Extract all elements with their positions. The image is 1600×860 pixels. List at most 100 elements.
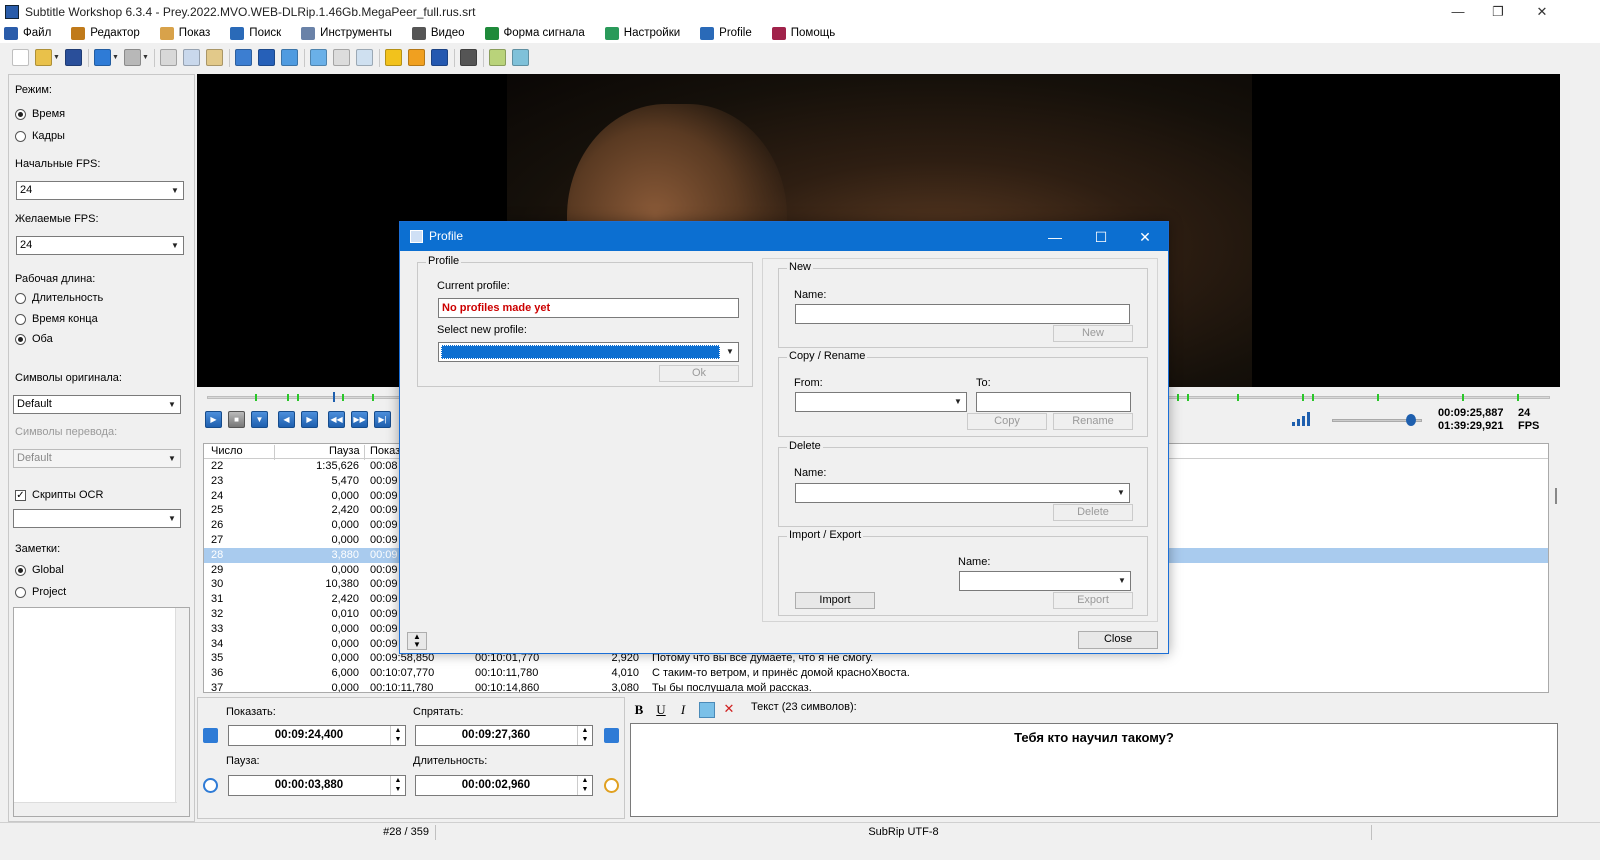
duration-input[interactable]: 00:00:02,960 ▲ ▼ (415, 775, 593, 796)
volume-slider-thumb[interactable] (1406, 414, 1417, 426)
export-button[interactable]: Export (1053, 592, 1133, 609)
save-icon[interactable] (65, 49, 82, 66)
import-export-dropdown[interactable]: ▼ (959, 571, 1131, 591)
delete-button[interactable]: Delete (1053, 504, 1133, 521)
play-icon[interactable]: ▶ (205, 411, 222, 428)
select-profile-dropdown[interactable]: ▼ (438, 342, 739, 362)
close-window-button[interactable]: ✕ (1520, 0, 1564, 23)
menu-waveform[interactable]: Форма сигнала (484, 26, 585, 40)
seek-thumb[interactable] (333, 392, 335, 402)
rename-button[interactable]: Rename (1053, 413, 1133, 430)
menu-help-book[interactable]: Помощь (771, 26, 835, 40)
cut-icon[interactable] (160, 49, 177, 66)
italic-button[interactable]: I (675, 702, 691, 718)
dialog-maximize-button[interactable]: ☐ (1086, 227, 1116, 247)
undo-icon[interactable] (94, 49, 111, 66)
p-icon[interactable] (431, 49, 448, 66)
new-name-input[interactable] (795, 304, 1130, 324)
bold-button[interactable]: B (631, 702, 647, 718)
minimize-button[interactable]: — (1436, 0, 1480, 23)
underline-button[interactable]: U (653, 702, 669, 718)
new-file-icon[interactable] (12, 49, 29, 66)
menu-edit[interactable]: Редактор (71, 26, 140, 40)
menu-tools[interactable]: Инструменты (301, 26, 392, 40)
spellcheck-icon[interactable] (356, 49, 373, 66)
target-fps-select[interactable]: 24 ▼ (16, 236, 184, 255)
dialog-minimize-button[interactable]: — (1040, 227, 1070, 247)
column-number-header[interactable]: Число (211, 445, 243, 457)
menu-eye[interactable]: Показ (159, 26, 210, 40)
notes-vertical-scrollbar[interactable] (175, 608, 189, 816)
ocr-scripts-checkbox[interactable]: ✓ Скрипты OCR (15, 489, 103, 501)
show-time-input[interactable]: 00:09:24,400 ▲ ▼ (228, 725, 406, 746)
table-row[interactable]: 36 6,000 00:10:07,770 00:10:11,780 4,010 С та… (204, 666, 1548, 681)
work-length-both-radio[interactable]: Оба (15, 333, 53, 345)
clock-icon[interactable] (203, 778, 218, 793)
notes-project-radio[interactable]: Project (15, 586, 66, 598)
redo-dropdown-icon[interactable]: ▼ (142, 53, 149, 63)
color-grid-icon[interactable] (699, 702, 715, 718)
subtitle-text-area[interactable]: Тебя кто научил такому? (630, 723, 1558, 817)
maximize-button[interactable]: ❐ (1476, 0, 1520, 23)
dialog-close-icon[interactable]: ✕ (1130, 227, 1160, 247)
rewind-icon[interactable]: ◀◀ (328, 411, 345, 428)
warning-icon[interactable] (385, 49, 402, 66)
notes-horizontal-scrollbar[interactable] (14, 802, 177, 816)
menu-search[interactable]: Поиск (230, 26, 281, 40)
stop-icon[interactable]: ■ (228, 411, 245, 428)
undo-dropdown-icon[interactable]: ▼ (112, 53, 119, 63)
mode-time-radio[interactable]: Время (15, 108, 65, 120)
input-fps-select[interactable]: 24 ▼ (16, 181, 184, 200)
output-icon[interactable] (489, 49, 506, 66)
from-profile-dropdown[interactable]: ▼ (795, 392, 967, 412)
menu-profile[interactable]: Profile (700, 26, 752, 40)
step-icon[interactable]: ▶| (374, 411, 391, 428)
table-scroll-indicator[interactable] (1555, 488, 1557, 504)
hide-time-input[interactable]: 00:09:27,360 ▲ ▼ (415, 725, 593, 746)
charset-original-select[interactable]: Default ▼ (13, 395, 181, 414)
ok-button[interactable]: Ok (659, 365, 739, 382)
set-show-time-icon[interactable] (203, 728, 218, 743)
work-length-duration-radio[interactable]: Длительность (15, 292, 103, 304)
timer-icon[interactable] (604, 778, 619, 793)
menu-file[interactable]: Файл (4, 26, 51, 40)
column-pause-header[interactable]: Пауза (329, 445, 360, 457)
video-panel-icon[interactable] (460, 49, 477, 66)
comment-icon[interactable] (281, 49, 298, 66)
pause-input[interactable]: 00:00:03,880 ▲ ▼ (228, 775, 406, 796)
expand-toggle-icon[interactable]: ▲ ▼ (407, 632, 427, 650)
ocr-script-select[interactable]: ▼ (13, 509, 181, 528)
info-icon[interactable] (408, 49, 425, 66)
set-hide-time-icon[interactable] (604, 728, 619, 743)
fast-forward-icon[interactable]: ▶▶ (351, 411, 368, 428)
download-icon[interactable]: ▼ (251, 411, 268, 428)
work-length-end-time-radio[interactable]: Время конца (15, 313, 98, 325)
copy-icon[interactable] (183, 49, 200, 66)
clock-icon[interactable] (235, 49, 252, 66)
volume-icon[interactable] (1292, 412, 1314, 426)
remove-formatting-icon[interactable]: ✕ (721, 702, 737, 718)
dialog-close-button[interactable]: Close (1078, 631, 1158, 649)
table-row[interactable]: 37 0,000 00:10:11,780 00:10:14,860 3,080 Ты б… (204, 681, 1548, 692)
to-name-input[interactable] (976, 392, 1131, 412)
column-show-header[interactable]: Показ (370, 445, 400, 457)
text-icon[interactable] (258, 49, 275, 66)
paste-icon[interactable] (206, 49, 223, 66)
notes-textarea[interactable] (13, 607, 190, 817)
open-folder-icon[interactable] (35, 49, 52, 66)
notes-global-radio[interactable]: Global (15, 564, 64, 576)
mode-frames-radio[interactable]: Кадры (15, 130, 65, 142)
new-button[interactable]: New (1053, 325, 1133, 342)
translate-icon[interactable] (310, 49, 327, 66)
open-dropdown-icon[interactable]: ▼ (53, 53, 60, 63)
find-icon[interactable] (333, 49, 350, 66)
import-button[interactable]: Import (795, 592, 875, 609)
back-icon[interactable]: ◀ (278, 411, 295, 428)
delete-profile-dropdown[interactable]: ▼ (795, 483, 1130, 503)
redo-icon[interactable] (124, 49, 141, 66)
menu-settings[interactable]: Настройки (604, 26, 680, 40)
settings-panel-icon[interactable] (512, 49, 529, 66)
copy-button[interactable]: Copy (967, 413, 1047, 430)
menu-film[interactable]: Видео (411, 26, 465, 40)
forward-icon[interactable]: ▶ (301, 411, 318, 428)
